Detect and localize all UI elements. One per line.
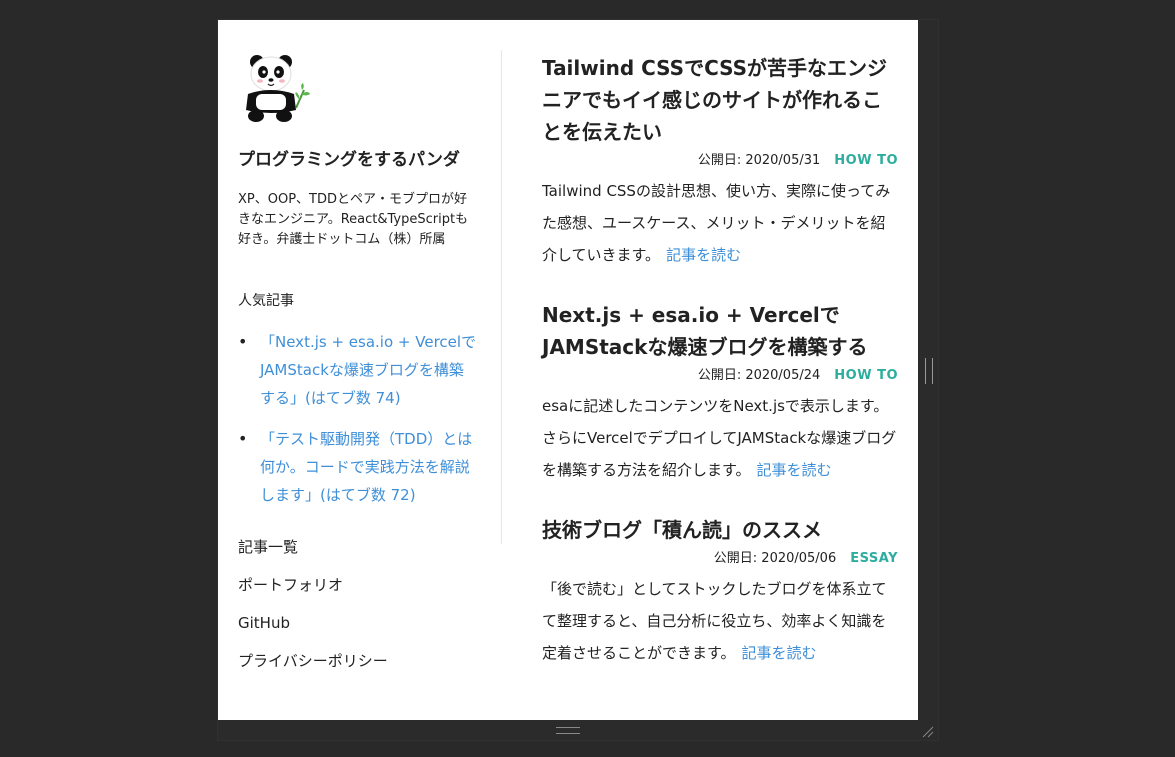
- popular-heading: 人気記事: [238, 293, 294, 309]
- sidebar-nav: 記事一覧 ポートフォリオ GitHub プライバシーポリシー: [238, 537, 478, 689]
- post-meta: 公開日: 2020/05/06 ESSAY: [542, 551, 898, 567]
- post-excerpt: Tailwind CSSの設計思想、使い方、実際に使ってみた感想、ユースケース、…: [542, 175, 898, 271]
- post-meta: 公開日: 2020/05/24 HOW TO: [542, 368, 898, 384]
- post-excerpt-text: 「後で読む」としてストックしたブログを体系立てて整理すると、自己分析に役立ち、効…: [542, 580, 887, 662]
- post-title[interactable]: Tailwind CSSでCSSが苦手なエンジニアでもイイ感じのサイトが作れるこ…: [542, 52, 898, 148]
- nav-privacy-policy[interactable]: プライバシーポリシー: [238, 651, 478, 689]
- resize-handle-right[interactable]: [925, 358, 933, 384]
- read-more-link[interactable]: 記事を読む: [757, 461, 832, 479]
- bullet: •: [238, 332, 248, 351]
- post-card: Tailwind CSSでCSSが苦手なエンジニアでもイイ感じのサイトが作れるこ…: [542, 52, 898, 271]
- popular-post-item: • 「テスト駆動開発（TDD）とは何か。コードで実践方法を解説します」(はてブ数…: [238, 425, 478, 509]
- resize-corner-icon[interactable]: [920, 724, 934, 738]
- read-more-link[interactable]: 記事を読む: [666, 246, 741, 264]
- post-title[interactable]: 技術ブログ「積ん読」のススメ: [542, 514, 898, 546]
- post-date: 公開日: 2020/05/31: [697, 153, 821, 168]
- post-date: 公開日: 2020/05/24: [697, 368, 821, 383]
- post-card: 技術ブログ「積ん読」のススメ 公開日: 2020/05/06 ESSAY 「後で読…: [542, 514, 898, 669]
- post-title[interactable]: Next.js + esa.io + VercelでJAMStackな爆速ブログ…: [542, 299, 898, 363]
- post-excerpt: esaに記述したコンテンツをNext.jsで表示します。さらにVercelでデプ…: [542, 390, 898, 486]
- panda-logo: [246, 55, 310, 122]
- popular-post-link[interactable]: 「Next.js + esa.io + VercelでJAMStackな爆速ブロ…: [260, 333, 476, 407]
- popular-post-link[interactable]: 「テスト駆動開発（TDD）とは何か。コードで実践方法を解説します」(はてブ数 7…: [260, 430, 472, 504]
- site-title[interactable]: プログラミングをするパンダ: [238, 146, 463, 174]
- post-meta: 公開日: 2020/05/31 HOW TO: [542, 153, 898, 169]
- post-category[interactable]: ESSAY: [850, 551, 898, 566]
- resize-handle-bottom[interactable]: [556, 727, 580, 734]
- post-excerpt: 「後で読む」としてストックしたブログを体系立てて整理すると、自己分析に役立ち、効…: [542, 573, 898, 669]
- post-category[interactable]: HOW TO: [834, 368, 898, 383]
- popular-posts-list: • 「Next.js + esa.io + VercelでJAMStackな爆速…: [238, 328, 478, 509]
- read-more-link[interactable]: 記事を読む: [742, 644, 817, 662]
- sidebar: プログラミングをするパンダ XP、OOP、TDDとペア・モブプロが好きなエンジニ…: [238, 50, 478, 689]
- post-date: 公開日: 2020/05/06: [713, 551, 837, 566]
- post-card: Next.js + esa.io + VercelでJAMStackな爆速ブログ…: [542, 299, 898, 486]
- blog-page: プログラミングをするパンダ XP、OOP、TDDとペア・モブプロが好きなエンジニ…: [218, 20, 918, 720]
- nav-portfolio[interactable]: ポートフォリオ: [238, 575, 478, 613]
- nav-article-list[interactable]: 記事一覧: [238, 537, 478, 575]
- popular-post-item: • 「Next.js + esa.io + VercelでJAMStackな爆速…: [238, 328, 478, 412]
- column-divider: [501, 50, 502, 544]
- post-list: Tailwind CSSでCSSが苦手なエンジニアでもイイ感じのサイトが作れるこ…: [542, 52, 898, 697]
- nav-github[interactable]: GitHub: [238, 613, 478, 651]
- post-excerpt-text: esaに記述したコンテンツをNext.jsで表示します。さらにVercelでデプ…: [542, 397, 897, 479]
- bullet: •: [238, 429, 248, 448]
- site-description: XP、OOP、TDDとペア・モブプロが好きなエンジニア。React&TypeSc…: [238, 192, 469, 247]
- post-category[interactable]: HOW TO: [834, 153, 898, 168]
